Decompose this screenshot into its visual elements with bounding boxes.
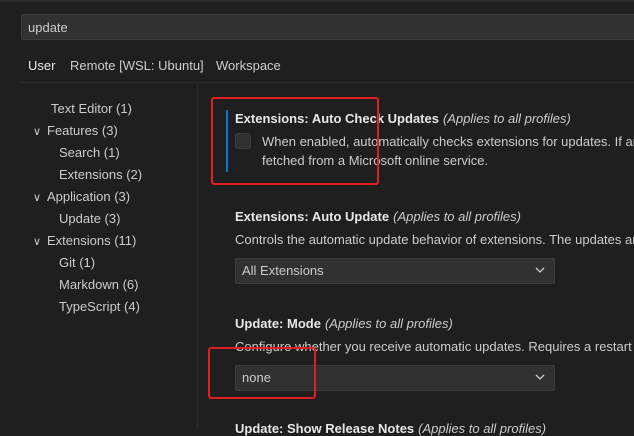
toc-item-label: Update (3) (59, 211, 121, 226)
chevron-down-icon (535, 374, 545, 380)
chevron-down-icon[interactable]: ∨ (33, 121, 47, 143)
toc-divider (197, 84, 198, 429)
highlight-box-auto-check (211, 97, 379, 185)
setting-description: Controls the automatic update behavior o… (235, 232, 634, 247)
setting-category: Update: (235, 316, 287, 331)
auto-update-dropdown[interactable]: All Extensions (235, 258, 555, 284)
setting-scope: (Applies to all profiles) (393, 209, 521, 224)
settings-search-input[interactable] (28, 15, 628, 39)
toc-item-label: Markdown (6) (59, 277, 139, 292)
setting-name: Mode (287, 316, 321, 331)
tab-user[interactable]: User (28, 56, 56, 83)
top-border (0, 0, 634, 2)
toc-item-search[interactable]: Search (1) (59, 142, 120, 164)
setting-name: Auto Update (311, 209, 390, 224)
setting-title-auto-update: Extensions: Auto Update (Applies to all p… (235, 209, 521, 224)
toc-item-label: Application (3) (47, 189, 131, 204)
toc-item-label: Text Editor (1) (51, 101, 132, 116)
setting-title-update-mode: Update: Mode (Applies to all profiles) (235, 316, 453, 331)
toc-item-label: Extensions (11) (47, 233, 137, 248)
setting-scope: (Applies to all profiles) (324, 316, 453, 331)
toc-item-typescript[interactable]: TypeScript (4) (59, 296, 140, 318)
toc-item-label: TypeScript (4) (59, 299, 140, 314)
toc-item-application[interactable]: ∨ Application (3) (33, 186, 130, 208)
chevron-down-icon[interactable]: ∨ (33, 231, 47, 253)
toc-item-label: Features (3) (47, 123, 118, 138)
chevron-down-icon (535, 267, 545, 273)
toc-item-label: Git (1) (59, 255, 96, 270)
tab-workspace[interactable]: Workspace (216, 56, 281, 82)
setting-scope: (Applies to all profiles) (442, 111, 571, 126)
tabs-divider (20, 82, 634, 83)
toc-item-label: Search (1) (59, 145, 120, 160)
toc-item-update[interactable]: Update (3) (59, 208, 120, 230)
toc-item-text-editor[interactable]: Text Editor (1) (51, 98, 132, 120)
dropdown-value: All Extensions (242, 263, 324, 278)
toc-item-git[interactable]: Git (1) (59, 252, 95, 274)
highlight-box-update-mode (208, 347, 316, 399)
toc-item-features[interactable]: ∨ Features (3) (33, 120, 118, 142)
chevron-down-icon[interactable]: ∨ (33, 187, 47, 209)
toc-item-features-extensions[interactable]: Extensions (2) (59, 164, 142, 186)
toc-item-extensions[interactable]: ∨ Extensions (11) (33, 230, 136, 252)
setting-category: Extensions: (235, 209, 312, 224)
tab-remote-wsl[interactable]: Remote [WSL: Ubuntu] (70, 56, 204, 82)
toc-item-label: Extensions (2) (59, 167, 143, 182)
toc-item-markdown[interactable]: Markdown (6) (59, 274, 138, 296)
settings-search-box[interactable] (21, 14, 634, 40)
